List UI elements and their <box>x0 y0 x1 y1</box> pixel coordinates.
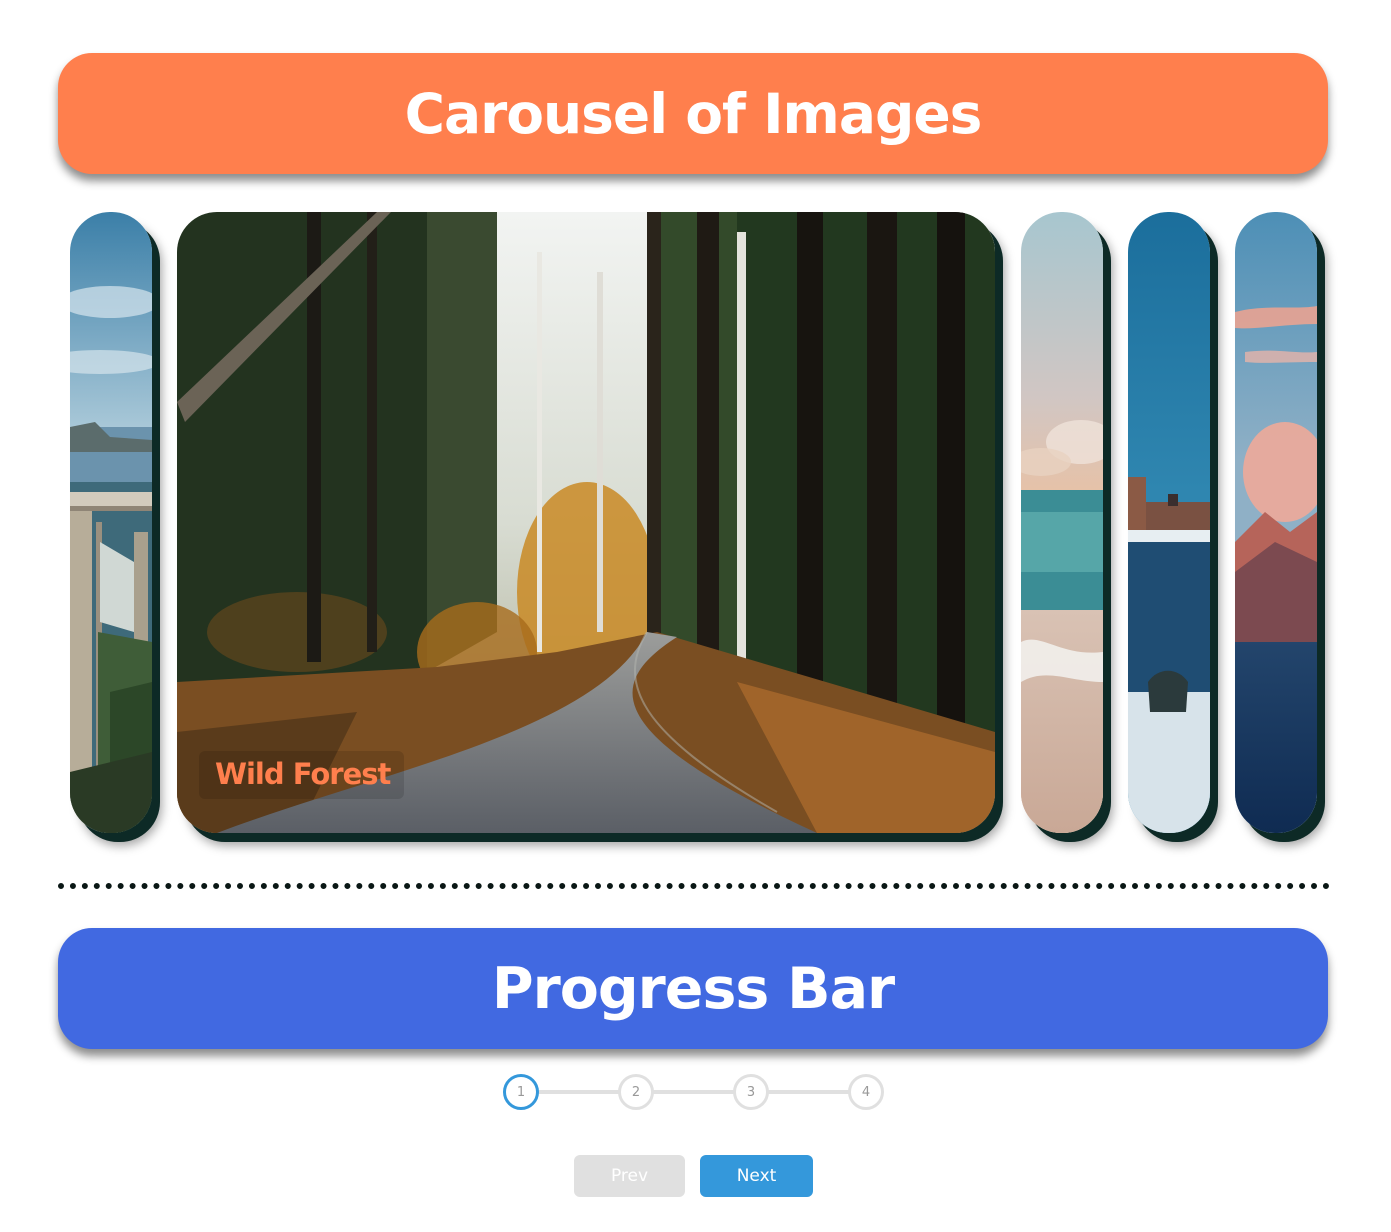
progress-track <box>521 1090 866 1094</box>
carousel-panel-city[interactable] <box>1128 212 1210 833</box>
prev-button[interactable]: Prev <box>574 1155 685 1197</box>
city-harbor-image <box>1128 212 1210 833</box>
progress-step-4: 4 <box>848 1074 884 1110</box>
carousel-panel-forest[interactable]: Wild Forest <box>177 212 995 833</box>
carousel-panel-bridge[interactable] <box>70 212 152 833</box>
bridge-coast-image <box>70 212 152 833</box>
progress-steps: 1 2 3 4 <box>503 1074 884 1110</box>
carousel-title: Carousel of Images <box>404 81 983 146</box>
beach-waves-image <box>1021 212 1103 833</box>
carousel-panel-mountains[interactable] <box>1235 212 1317 833</box>
progress-title-banner: Progress Bar <box>58 928 1328 1049</box>
carousel-title-banner: Carousel of Images <box>58 53 1328 174</box>
carousel-panel-beach[interactable] <box>1021 212 1103 833</box>
mountains-sunset-image <box>1235 212 1317 833</box>
progress-title: Progress Bar <box>491 955 895 1022</box>
progress-step-3: 3 <box>733 1074 769 1110</box>
next-button[interactable]: Next <box>700 1155 813 1197</box>
carousel-caption: Wild Forest <box>199 751 405 799</box>
forest-road-image <box>177 212 995 833</box>
progress-step-2: 2 <box>618 1074 654 1110</box>
progress-step-1: 1 <box>503 1074 539 1110</box>
section-divider <box>58 883 1330 889</box>
